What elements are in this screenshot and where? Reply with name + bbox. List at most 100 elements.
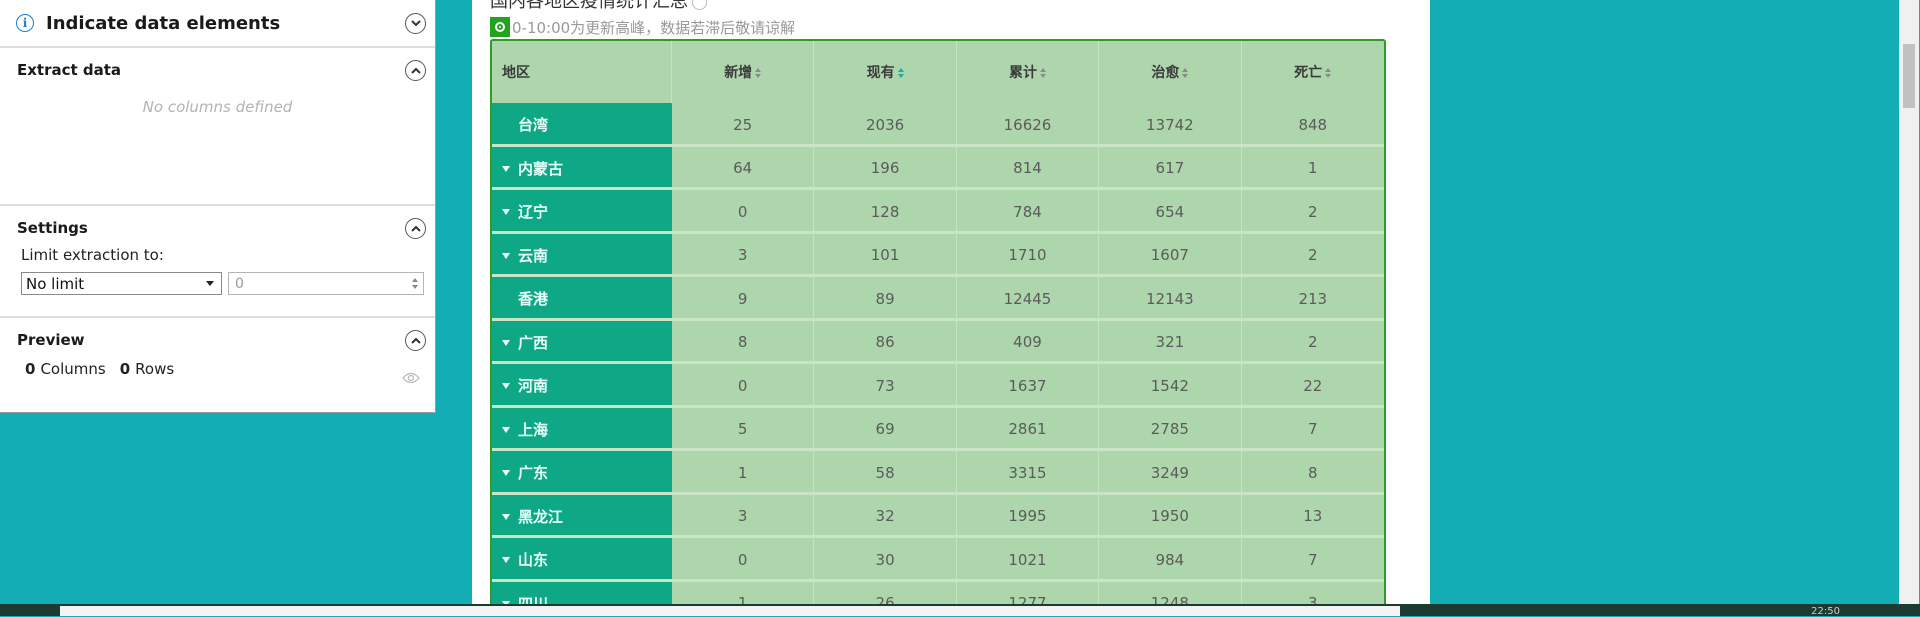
help-icon[interactable] bbox=[692, 0, 707, 10]
table-cell: 617 bbox=[1099, 146, 1242, 190]
region-name: 上海 bbox=[518, 420, 549, 439]
taskbar-clock: 22:50 bbox=[1811, 606, 1840, 617]
table-row[interactable]: 山东 0 30 1021 984 7 bbox=[492, 538, 1384, 582]
table-cell: 58 bbox=[814, 451, 957, 495]
update-note: 0-10:00为更新高峰，数据若滞后敬请谅解 bbox=[512, 19, 796, 37]
table-cell: 3249 bbox=[1099, 451, 1242, 495]
region-name: 辽宁 bbox=[518, 203, 549, 222]
table-cell: 213 bbox=[1242, 277, 1384, 321]
region-cell[interactable]: 山东 bbox=[492, 538, 672, 582]
region-name: 黑龙江 bbox=[518, 507, 564, 526]
limit-select[interactable]: No limit bbox=[21, 272, 222, 295]
caret-down-icon[interactable] bbox=[502, 383, 510, 389]
preview-toggle-button[interactable] bbox=[405, 329, 426, 351]
region-cell[interactable]: 黑龙江 bbox=[492, 494, 672, 538]
region-cell[interactable]: 内蒙古 bbox=[492, 146, 672, 190]
table-cell: 1 bbox=[1242, 147, 1384, 191]
table-row[interactable]: 黑龙江 3 32 1995 1950 13 bbox=[492, 494, 1384, 538]
caret-down-icon[interactable] bbox=[502, 513, 510, 520]
region-cell[interactable]: 香港 bbox=[492, 277, 672, 321]
region-cell[interactable]: 云南 bbox=[492, 233, 672, 277]
table-row[interactable]: 广西 8 86 409 321 2 bbox=[492, 320, 1384, 364]
region-cell[interactable]: 广东 bbox=[492, 451, 672, 495]
caret-down-icon[interactable] bbox=[502, 339, 510, 346]
table-header-row: 地区 新增 现有 累计 治愈 死亡 bbox=[492, 41, 1384, 103]
panel-title: Indicate data elements bbox=[46, 12, 281, 34]
table-cell: 73 bbox=[814, 364, 957, 408]
table-cell: 25 bbox=[672, 103, 815, 147]
table-cell: 0 bbox=[672, 364, 815, 408]
limit-extraction-label: Limit extraction to: bbox=[21, 246, 164, 264]
table-row[interactable]: 河南 0 73 1637 1542 22 bbox=[492, 364, 1384, 408]
region-name: 广西 bbox=[518, 333, 549, 352]
table-cell: 7 bbox=[1242, 408, 1384, 452]
table-cell: 0 bbox=[672, 538, 815, 582]
page-title-text: 国内各地区疫情统计汇总 bbox=[490, 0, 688, 12]
chevron-down-icon bbox=[206, 281, 214, 286]
table-cell: 86 bbox=[814, 320, 957, 364]
table-cell: 409 bbox=[957, 320, 1100, 364]
web-page: 国内各地区疫情统计汇总 0-10:00为更新高峰，数据若滞后敬请谅解 地区 新增… bbox=[472, 0, 1430, 616]
info-icon[interactable]: i bbox=[16, 14, 34, 32]
header-deaths[interactable]: 死亡 bbox=[1242, 41, 1384, 103]
region-cell[interactable]: 河南 bbox=[492, 364, 672, 408]
table-row[interactable]: 台湾 25 2036 16626 13742 848 bbox=[492, 103, 1384, 147]
sort-icon[interactable] bbox=[755, 68, 762, 78]
table-row[interactable]: 香港 9 89 12445 12143 213 bbox=[492, 277, 1384, 321]
table-cell: 32 bbox=[814, 494, 957, 538]
collapse-panel-button[interactable] bbox=[405, 12, 426, 34]
table-cell: 16626 bbox=[957, 103, 1100, 147]
table-row[interactable]: 广东 1 58 3315 3249 8 bbox=[492, 451, 1384, 495]
rows-label: Rows bbox=[135, 360, 175, 378]
table-row[interactable]: 内蒙古 64 196 814 617 1 bbox=[492, 146, 1384, 191]
target-icon[interactable] bbox=[490, 17, 510, 37]
eye-icon[interactable] bbox=[402, 372, 420, 384]
table-cell: 2785 bbox=[1099, 407, 1242, 451]
table-row[interactable]: 云南 3 101 1710 1607 2 bbox=[492, 233, 1384, 277]
settings-toggle-button[interactable] bbox=[405, 217, 426, 239]
header-new[interactable]: 新增 bbox=[672, 41, 815, 103]
caret-down-icon[interactable] bbox=[502, 209, 510, 215]
sort-icon[interactable] bbox=[1325, 68, 1332, 78]
table-row[interactable]: 上海 5 69 2861 2785 7 bbox=[492, 407, 1384, 452]
chevron-up-icon bbox=[410, 67, 421, 74]
table-cell: 984 bbox=[1099, 538, 1242, 582]
chevron-up-icon bbox=[410, 337, 421, 344]
region-cell[interactable]: 上海 bbox=[492, 407, 672, 451]
table-cell: 1710 bbox=[957, 233, 1100, 277]
region-cell[interactable]: 广西 bbox=[492, 320, 672, 364]
caret-down-icon[interactable] bbox=[502, 165, 510, 172]
number-spinner[interactable] bbox=[412, 278, 418, 289]
extract-data-toggle-button[interactable] bbox=[405, 59, 426, 81]
extract-data-title: Extract data bbox=[17, 61, 122, 79]
table-cell: 3315 bbox=[957, 451, 1100, 495]
header-recovered[interactable]: 治愈 bbox=[1099, 41, 1242, 103]
table-cell: 0 bbox=[672, 190, 815, 234]
table-cell: 30 bbox=[814, 538, 957, 582]
scrollbar-thumb[interactable] bbox=[1903, 44, 1915, 108]
region-cell[interactable]: 辽宁 bbox=[492, 190, 672, 234]
caret-down-icon[interactable] bbox=[502, 252, 510, 259]
limit-number-value: 0 bbox=[235, 275, 244, 292]
header-total[interactable]: 累计 bbox=[957, 41, 1100, 103]
header-current[interactable]: 现有 bbox=[814, 41, 957, 103]
table-row[interactable]: 辽宁 0 128 784 654 2 bbox=[492, 190, 1384, 234]
columns-count: 0 bbox=[25, 360, 36, 378]
table-cell: 8 bbox=[1242, 451, 1384, 495]
region-name: 台湾 bbox=[518, 116, 549, 135]
sort-icon[interactable] bbox=[1039, 68, 1046, 78]
caret-down-icon[interactable] bbox=[502, 470, 510, 476]
limit-number-input[interactable]: 0 bbox=[228, 272, 424, 295]
table-cell: 196 bbox=[814, 146, 957, 190]
page-scrollbar[interactable] bbox=[1899, 0, 1919, 616]
sort-icon[interactable] bbox=[897, 68, 904, 78]
caret-down-icon[interactable] bbox=[502, 426, 510, 433]
sort-icon[interactable] bbox=[1182, 68, 1189, 78]
region-cell[interactable]: 台湾 bbox=[492, 103, 672, 147]
table-cell: 64 bbox=[672, 146, 815, 190]
table-cell: 2 bbox=[1242, 190, 1384, 234]
table-cell: 12143 bbox=[1099, 277, 1242, 321]
region-table-container[interactable]: 地区 新增 现有 累计 治愈 死亡 台湾 25 2036 16626 13742 848 内… bbox=[490, 39, 1386, 616]
preview-title: Preview bbox=[17, 331, 85, 349]
caret-down-icon[interactable] bbox=[502, 557, 510, 563]
